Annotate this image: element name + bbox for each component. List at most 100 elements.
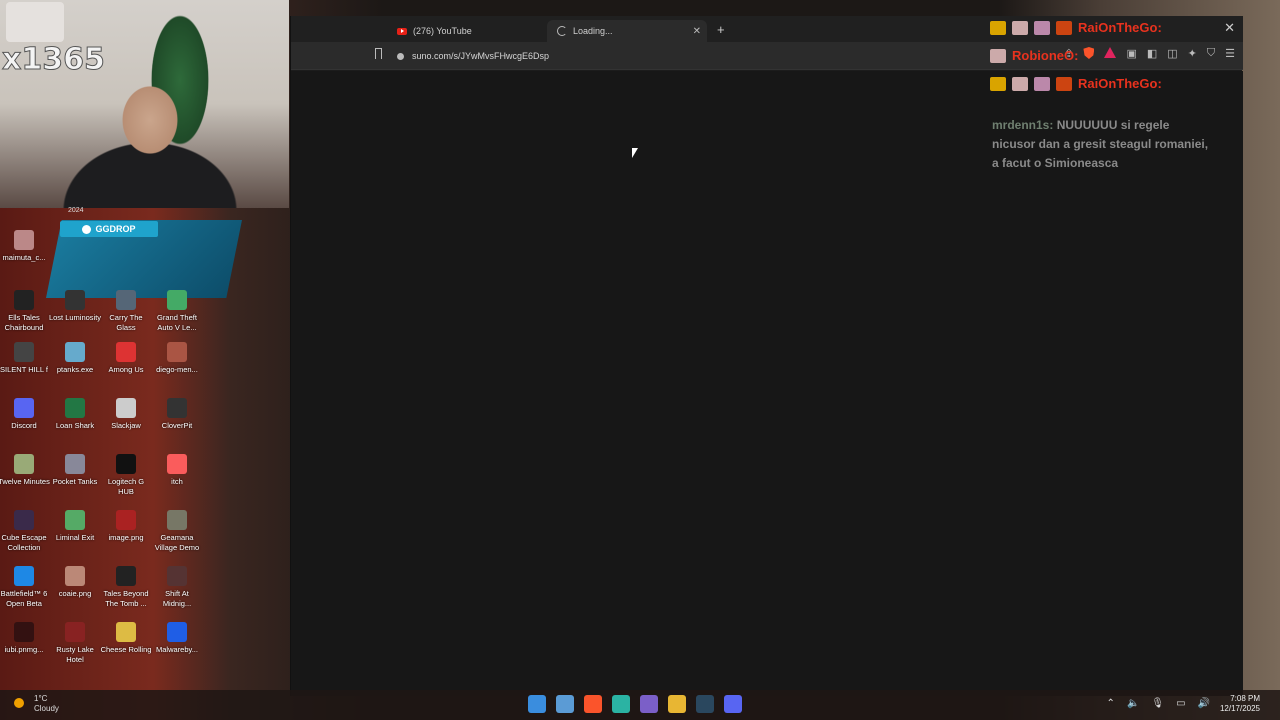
webcam-overlay: x1365	[0, 0, 289, 208]
desktop-icon[interactable]: Battlefield™ 6 Open Beta	[0, 566, 51, 609]
desktop-icon-label: diego-men...	[156, 365, 198, 374]
app-icon	[14, 622, 34, 642]
desktop-icon[interactable]: diego-men...	[150, 342, 204, 375]
taskbar-clock[interactable]: 7:08 PM 12/17/2025	[1220, 694, 1260, 714]
display-icon[interactable]: ▭	[1176, 698, 1185, 709]
folder-icon[interactable]	[668, 695, 686, 713]
desktop-icon[interactable]: Cheese Rolling	[99, 622, 153, 655]
desktop-icon-label: Tales Beyond The Tomb ...	[103, 589, 149, 608]
desktop-icon[interactable]: Discord	[0, 398, 51, 431]
new-tab-button[interactable]: +	[717, 22, 725, 37]
steam-icon[interactable]	[696, 695, 714, 713]
desktop-icon[interactable]: image.png	[99, 510, 153, 543]
url-field[interactable]: suno.com/s/JYwMvsFHwcgE6Dsp	[397, 46, 917, 66]
desktop-icon[interactable]: ptanks.exe	[48, 342, 102, 375]
app-icon	[116, 622, 136, 642]
speaker-icon[interactable]: 🔈	[1127, 698, 1139, 709]
desktop-icon[interactable]: Among Us	[99, 342, 153, 375]
year-label: 2024	[68, 207, 84, 214]
desktop-icon[interactable]: Ells Tales Chairbound	[0, 290, 51, 333]
desktop-icon[interactable]: Liminal Exit	[48, 510, 102, 543]
bookmark-icon[interactable]	[375, 48, 382, 59]
desktop-icon-label: image.png	[108, 533, 144, 542]
volume-icon[interactable]: 🔊	[1198, 698, 1210, 709]
avatar-badge-icon	[1012, 76, 1028, 91]
close-tab-icon[interactable]: ✕	[693, 26, 701, 37]
weather-temp: 1°C	[34, 694, 48, 703]
chevron-up-icon[interactable]: ⌃	[1107, 698, 1115, 709]
brave-icon[interactable]	[584, 695, 602, 713]
sub-badge-icon	[1056, 20, 1072, 35]
desktop-icon-label: itch	[171, 477, 183, 486]
desktop-icon-label: Slackjaw	[111, 421, 141, 430]
app-icon	[14, 342, 34, 362]
tab-loading[interactable]: Loading... ✕	[547, 20, 707, 42]
desktop-icon[interactable]: Twelve Minutes	[0, 454, 51, 487]
windows-start-icon[interactable]	[528, 695, 546, 713]
desktop-icon-label: Shift At Midnig...	[162, 589, 192, 608]
weather-icon	[14, 698, 24, 708]
chat-row: RobioneO:	[990, 48, 1078, 63]
desktop-icon-label: Pocket Tanks	[52, 477, 98, 486]
taskbar: 1°C Cloudy ⌃ 🔈 🎙 ▭ 🔊 7:08 PM 12/17/2025	[0, 690, 1280, 720]
taskbar-pinned	[528, 695, 742, 713]
desktop-icon-label: Discord	[11, 421, 37, 430]
desktop-icon[interactable]: maimuta_c...	[0, 230, 51, 263]
desktop-icon[interactable]: Slackjaw	[99, 398, 153, 431]
desktop-icon[interactable]: coaie.png	[48, 566, 102, 599]
desktop-icon-label: coaie.png	[58, 589, 92, 598]
desktop-icon-label: SILENT HILL f	[0, 365, 48, 374]
desktop-icon[interactable]: Logitech G HUB	[99, 454, 153, 497]
app-icon	[167, 566, 187, 586]
app-icon	[167, 510, 187, 530]
desktop-icon[interactable]: Carry The Glass	[99, 290, 153, 333]
desktop-icon[interactable]: iubi.pnmg...	[0, 622, 51, 655]
spinner-icon	[557, 26, 567, 36]
desktop-icon[interactable]: Geamana Village Demo	[150, 510, 204, 553]
system-tray: ⌃ 🔈 🎙 ▭ 🔊	[1107, 698, 1210, 709]
desktop-icon-label: Grand Theft Auto V Le...	[157, 313, 197, 332]
desktop-icon[interactable]: Cube Escape Collection	[0, 510, 51, 553]
url-text[interactable]: suno.com/s/JYwMvsFHwcgE6Dsp	[412, 51, 549, 61]
chat-username: RaiOnTheGo:	[1078, 76, 1162, 91]
desktop-icon[interactable]: Grand Theft Auto V Le...	[150, 290, 204, 333]
chat-message: mrdenn1s: NUUUUUU si regele nicusor dan …	[992, 116, 1212, 173]
desktop-icon[interactable]: Tales Beyond The Tomb ...	[99, 566, 153, 609]
desktop-icon-label: Battlefield™ 6 Open Beta	[0, 589, 48, 608]
desktop-icon[interactable]: Loan Shark	[48, 398, 102, 431]
desktop-icon[interactable]: SILENT HILL f	[0, 342, 51, 375]
discord-icon[interactable]	[724, 695, 742, 713]
app-icon	[14, 454, 34, 474]
desktop-icon[interactable]: Rusty Lake Hotel	[48, 622, 102, 665]
chat-row: RaiOnTheGo:	[990, 76, 1162, 91]
app-icon	[65, 342, 85, 362]
menu-icon[interactable]: ☰	[1225, 47, 1235, 60]
desktop-icon-label: ptanks.exe	[56, 365, 94, 374]
mic-icon[interactable]: 🎙	[1151, 698, 1164, 709]
app-icon	[65, 510, 85, 530]
weather-widget[interactable]: 1°C Cloudy	[14, 694, 59, 714]
file-manager-icon[interactable]	[556, 695, 574, 713]
site-info-icon[interactable]	[397, 52, 404, 60]
desktop-icon[interactable]: Malwareby...	[150, 622, 204, 655]
clock-date: 12/17/2025	[1219, 704, 1260, 713]
tab-youtube[interactable]: (276) YouTube	[387, 20, 537, 42]
copilot-icon[interactable]	[612, 695, 630, 713]
ggdrop-label: GGDROP	[95, 224, 136, 234]
desktop-icon-label: Loan Shark	[55, 421, 95, 430]
desktop-icon-label: Rusty Lake Hotel	[56, 645, 94, 664]
crown-badge-icon	[990, 76, 1006, 91]
desktop-icon-label: Liminal Exit	[55, 533, 95, 542]
app-icon	[167, 454, 187, 474]
ggdrop-button[interactable]: GGDROP	[60, 221, 158, 237]
desktop-icon[interactable]: CloverPit	[150, 398, 204, 431]
app-icon	[167, 398, 187, 418]
desktop-icon[interactable]: Lost Luminosity	[48, 290, 102, 323]
webcam-avatar	[6, 2, 64, 42]
desktop-icon[interactable]: itch	[150, 454, 204, 487]
desktop-icon[interactable]: Pocket Tanks	[48, 454, 102, 487]
window-close-button[interactable]: ✕	[1224, 20, 1235, 36]
app-icon	[14, 290, 34, 310]
desktop-icon[interactable]: Shift At Midnig...	[150, 566, 204, 609]
office-icon[interactable]	[640, 695, 658, 713]
